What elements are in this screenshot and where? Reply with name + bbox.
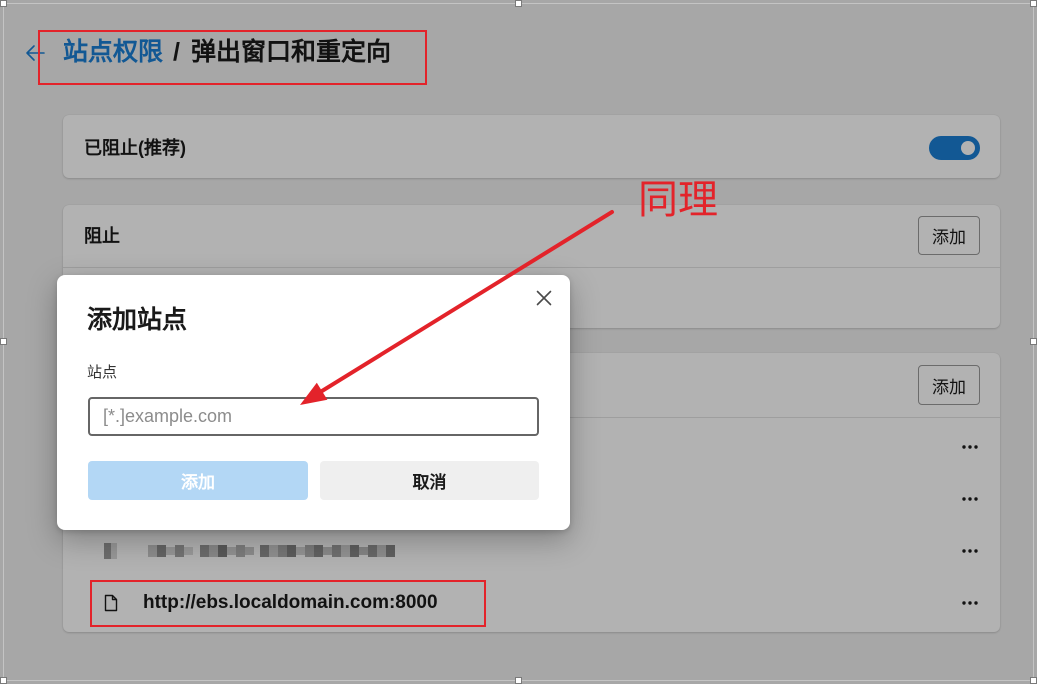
dialog-close-button[interactable] [535,289,553,307]
site-field-label: 站点 [87,364,118,381]
site-input[interactable] [88,397,539,436]
selection-handle[interactable] [1030,338,1037,345]
add-site-dialog: 添加站点 站点 添加 取消 [57,275,570,530]
selection-handle[interactable] [0,0,7,7]
dialog-cancel-button[interactable]: 取消 [320,461,539,500]
selection-handle[interactable] [515,677,522,684]
selection-handle[interactable] [1030,0,1037,7]
settings-screen: 站点权限 / 弹出窗口和重定向 已阻止(推荐) 阻止 添加 添加 http://… [0,0,1037,684]
selection-handle[interactable] [0,338,7,345]
close-icon [536,290,552,306]
selection-handle[interactable] [0,677,7,684]
selection-handle[interactable] [515,0,522,7]
annotation-highlight-box-url [90,580,486,627]
annotation-highlight-box-header [38,30,427,85]
dialog-title: 添加站点 [87,306,188,334]
annotation-note: 同理 [638,178,718,222]
dialog-add-button[interactable]: 添加 [88,461,308,500]
selection-handle[interactable] [1030,677,1037,684]
